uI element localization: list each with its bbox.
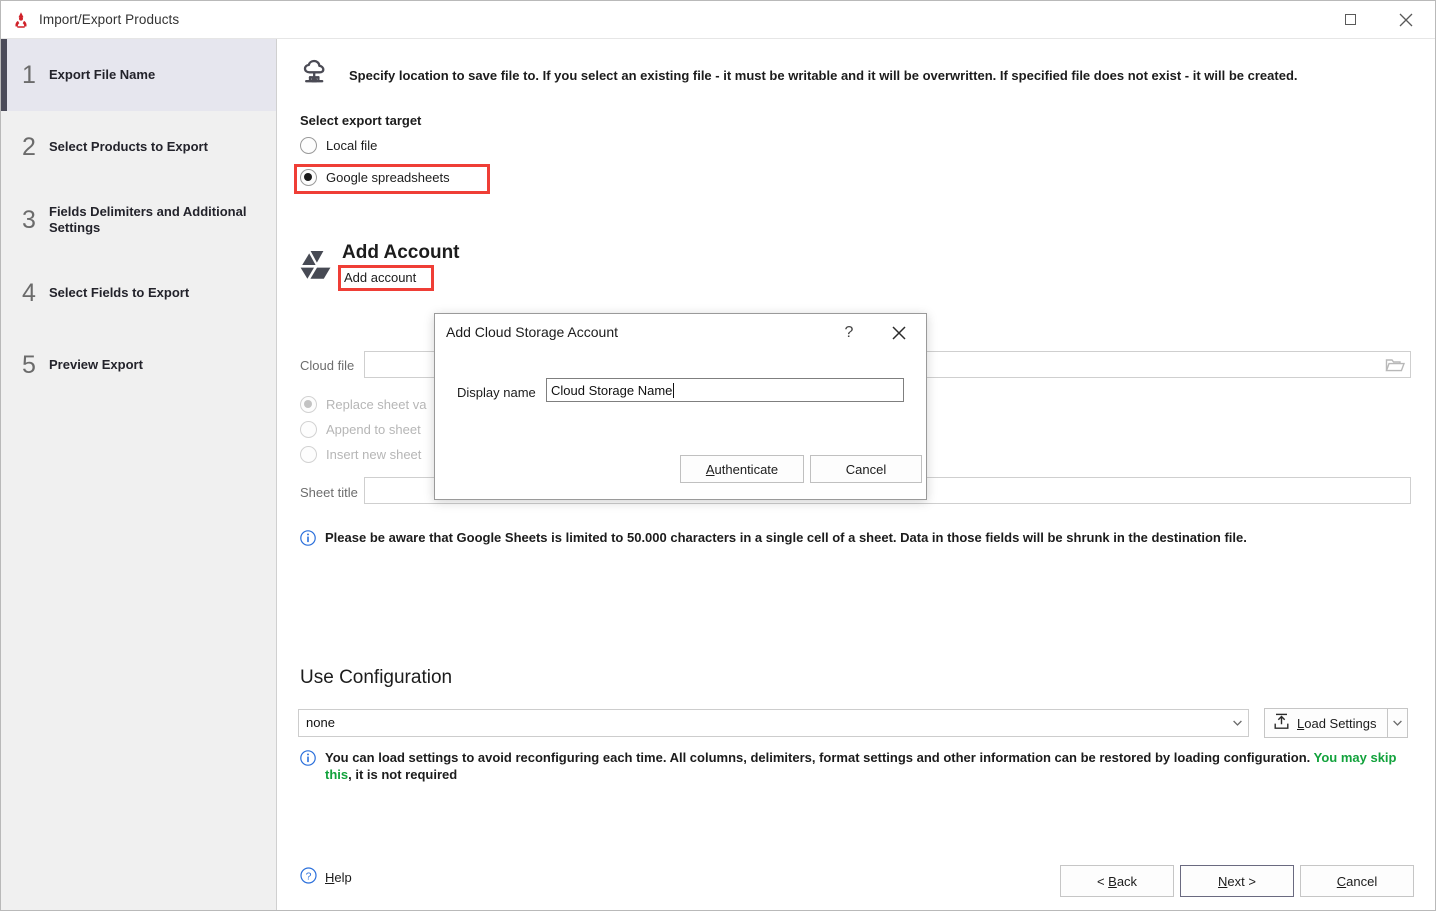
dialog-cancel-button-label: Cancel bbox=[845, 461, 887, 477]
text-caret bbox=[673, 382, 675, 398]
sidebar-item-preview-export[interactable]: 5 Preview Export bbox=[1, 329, 276, 401]
step-label: Preview Export bbox=[49, 357, 143, 372]
page-hint-text: Specify location to save file to. If you… bbox=[349, 68, 1298, 83]
cancel-button-label: Cancel bbox=[1336, 873, 1378, 889]
help-link[interactable]: ? Help bbox=[300, 867, 352, 887]
load-settings-button[interactable]: Load Settings bbox=[1264, 708, 1388, 738]
export-target-label: Select export target bbox=[300, 113, 422, 128]
sidebar-item-select-products[interactable]: 2 Select Products to Export bbox=[1, 111, 276, 183]
radio-icon bbox=[300, 446, 317, 463]
back-button-label: < Back bbox=[1096, 873, 1138, 889]
info-icon bbox=[300, 750, 316, 783]
step-number: 5 bbox=[22, 350, 36, 379]
app-logo-icon bbox=[11, 10, 31, 30]
sheet-title-label: Sheet title bbox=[300, 485, 358, 500]
close-icon bbox=[892, 326, 906, 340]
cancel-button[interactable]: Cancel bbox=[1300, 865, 1414, 897]
display-name-value: Cloud Storage Name bbox=[551, 382, 673, 398]
load-settings-notice: You can load settings to avoid reconfigu… bbox=[300, 749, 1405, 783]
next-button[interactable]: Next > bbox=[1180, 865, 1294, 897]
close-icon bbox=[1399, 13, 1413, 26]
import-export-products-window: Import/Export Products 1 Export File Nam… bbox=[0, 0, 1436, 911]
google-sheets-notice: Please be aware that Google Sheets is li… bbox=[300, 529, 1400, 549]
dialog-help-button[interactable]: ? bbox=[836, 320, 862, 346]
sidebar-item-export-file-name[interactable]: 1 Export File Name bbox=[1, 39, 276, 111]
configuration-select[interactable]: none bbox=[298, 709, 1249, 737]
svg-text:?: ? bbox=[306, 870, 312, 882]
step-number: 2 bbox=[22, 132, 36, 161]
cloud-network-icon bbox=[300, 59, 332, 92]
step-label: Select Products to Export bbox=[49, 139, 208, 154]
add-account-title: Add Account bbox=[342, 242, 460, 263]
help-circle-icon: ? bbox=[300, 867, 317, 887]
radio-google-spreadsheets[interactable]: Google spreadsheets bbox=[300, 169, 450, 186]
use-configuration-title: Use Configuration bbox=[300, 667, 453, 688]
load-settings-split-button[interactable]: Load Settings bbox=[1264, 708, 1408, 738]
radio-icon bbox=[300, 137, 317, 154]
authenticate-button[interactable]: Authenticate bbox=[680, 455, 804, 483]
chevron-down-icon bbox=[1392, 720, 1402, 726]
radio-append-to-sheet-label: Append to sheet bbox=[326, 422, 421, 437]
browse-folder-icon[interactable] bbox=[1380, 352, 1410, 377]
step-label: Export File Name bbox=[49, 67, 156, 82]
title-bar: Import/Export Products bbox=[1, 1, 1435, 39]
display-name-input[interactable]: Cloud Storage Name bbox=[546, 378, 904, 402]
radio-local-file-label: Local file bbox=[326, 138, 378, 153]
maximize-icon bbox=[1344, 14, 1356, 25]
radio-insert-new-sheet[interactable]: Insert new sheet bbox=[300, 446, 421, 463]
next-button-label: Next > bbox=[1218, 873, 1256, 889]
dialog-cancel-button[interactable]: Cancel bbox=[810, 455, 922, 483]
load-settings-dropdown-toggle[interactable] bbox=[1387, 708, 1408, 738]
radio-local-file[interactable]: Local file bbox=[300, 137, 377, 154]
google-sheets-notice-text: Please be aware that Google Sheets is li… bbox=[325, 530, 1247, 545]
google-drive-icon bbox=[296, 247, 338, 290]
radio-icon bbox=[300, 421, 317, 438]
radio-replace-sheet-values[interactable]: Replace sheet va bbox=[300, 396, 426, 413]
sidebar-item-select-fields[interactable]: 4 Select Fields to Export bbox=[1, 257, 276, 329]
radio-google-spreadsheets-label: Google spreadsheets bbox=[326, 170, 450, 185]
notice-mid: to avoid reconfiguring each time. All co… bbox=[458, 750, 1314, 765]
notice-suffix: , it is not required bbox=[348, 767, 458, 782]
display-name-label: Display name bbox=[457, 385, 536, 400]
configuration-select-value: none bbox=[306, 715, 335, 730]
sidebar-item-fields-delimiters[interactable]: 3 Fields Delimiters and Additional Setti… bbox=[1, 184, 276, 256]
step-label: Select Fields to Export bbox=[49, 285, 190, 300]
add-account-link[interactable]: Add account bbox=[344, 270, 416, 285]
step-number: 1 bbox=[22, 60, 36, 89]
dialog-title: Add Cloud Storage Account bbox=[446, 324, 619, 340]
close-button[interactable] bbox=[1383, 1, 1429, 38]
step-navigation-sidebar: 1 Export File Name 2 Select Products to … bbox=[1, 39, 277, 910]
page-hint: Specify location to save file to. If you… bbox=[300, 59, 1410, 92]
notice-bold: load settings bbox=[378, 750, 459, 765]
cloud-file-label: Cloud file bbox=[300, 358, 355, 373]
upload-icon bbox=[1273, 713, 1290, 733]
notice-prefix: You can bbox=[325, 750, 379, 765]
load-settings-label: Load Settings bbox=[1297, 715, 1377, 731]
radio-icon bbox=[300, 396, 317, 413]
dialog-close-button[interactable] bbox=[886, 320, 912, 346]
back-button[interactable]: < Back bbox=[1060, 865, 1174, 897]
radio-icon bbox=[300, 169, 317, 186]
step-number: 3 bbox=[22, 205, 36, 234]
radio-replace-sheet-values-label: Replace sheet va bbox=[326, 397, 427, 412]
chevron-down-icon[interactable] bbox=[1226, 710, 1248, 736]
info-icon bbox=[300, 530, 316, 549]
window-title: Import/Export Products bbox=[39, 12, 180, 27]
maximize-button[interactable] bbox=[1327, 1, 1373, 38]
authenticate-button-label: Authenticate bbox=[705, 461, 779, 477]
radio-insert-new-sheet-label: Insert new sheet bbox=[326, 447, 422, 462]
load-settings-notice-text: You can load settings to avoid reconfigu… bbox=[325, 749, 1405, 783]
help-label: Help bbox=[325, 869, 352, 885]
step-label: Fields Delimiters and Additional Setting… bbox=[49, 204, 247, 235]
radio-append-to-sheet[interactable]: Append to sheet bbox=[300, 421, 421, 438]
add-cloud-storage-account-dialog: Add Cloud Storage Account ? Display name… bbox=[434, 313, 927, 500]
step-number: 4 bbox=[22, 278, 36, 307]
